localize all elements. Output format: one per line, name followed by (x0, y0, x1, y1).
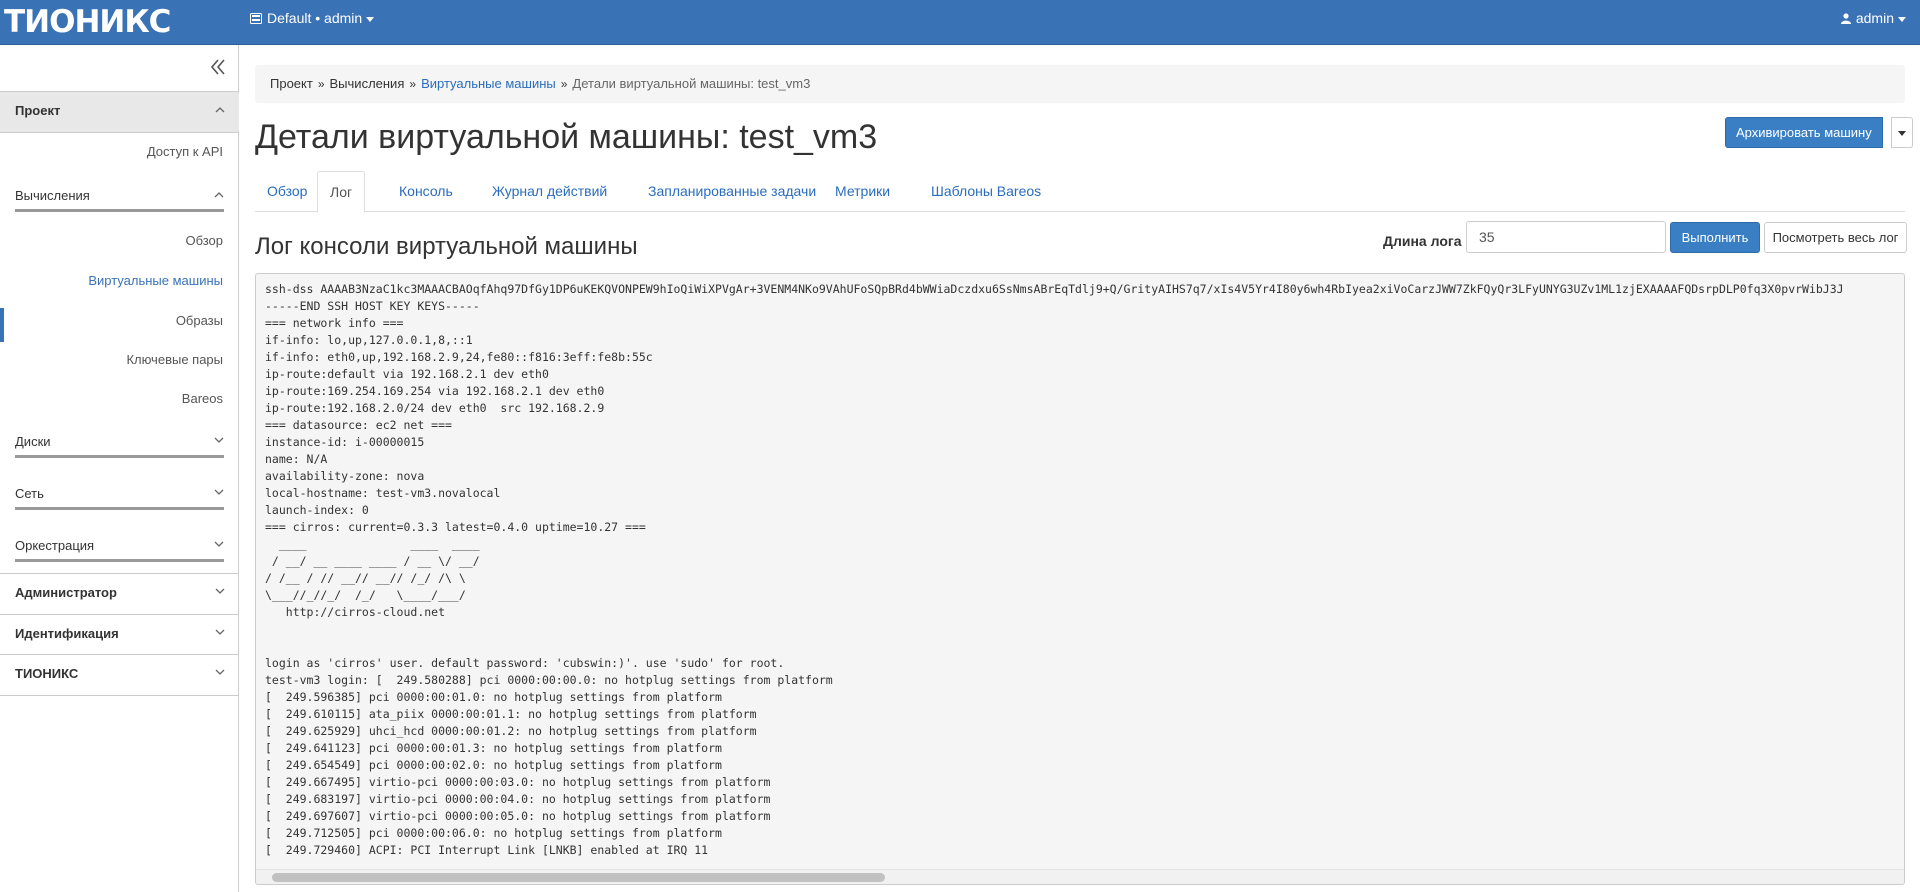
sidebar-divider (0, 132, 239, 133)
breadcrumb-item: Проект (270, 76, 313, 91)
breadcrumb-item: Вычисления (329, 76, 405, 91)
sidebar-item-instances[interactable]: Виртуальные машины (88, 273, 223, 288)
tab-bar: Обзор Лог Консоль Журнал действий Заплан… (255, 171, 1905, 213)
log-length-label: Длина лога (1383, 233, 1462, 249)
sidebar-group-disks[interactable]: Диски (15, 428, 224, 458)
chevron-down-icon (215, 588, 225, 594)
chevron-down-icon (214, 437, 224, 443)
chevron-up-icon (215, 107, 225, 113)
console-log[interactable]: ssh-dss AAAAB3NzaC1kc3MAAACBAOqfAhq97DfG… (255, 273, 1905, 885)
sidebar-section-label: Идентификация (15, 626, 119, 641)
sidebar-item-bareos[interactable]: Bareos (182, 391, 223, 406)
chevron-up-icon (214, 192, 224, 198)
chevron-down-icon (1898, 131, 1906, 136)
console-log-text: ssh-dss AAAAB3NzaC1kc3MAAACBAOqfAhq97DfG… (265, 282, 1844, 857)
tab-scheduled-tasks[interactable]: Запланированные задачи (636, 171, 828, 212)
chevron-down-icon (215, 669, 225, 675)
sidebar-section-label: Администратор (15, 585, 117, 600)
chevron-down-icon (366, 16, 375, 22)
breadcrumb-link-instances[interactable]: Виртуальные машины (421, 76, 556, 91)
group-underline (15, 455, 224, 458)
project-picker-label: Default • admin (267, 10, 363, 26)
user-menu-label: admin (1855, 10, 1894, 26)
section-title: Лог консоли виртуальной машины (255, 233, 638, 260)
sidebar-group-label: Вычисления (15, 188, 90, 203)
archive-instance-button[interactable]: Архивировать машину (1725, 117, 1883, 148)
chevron-down-icon (214, 489, 224, 495)
sidebar-group-orchestration[interactable]: Оркестрация (15, 532, 224, 562)
tab-log[interactable]: Лог (317, 171, 366, 213)
breadcrumb-separator: » (409, 77, 417, 91)
group-underline (15, 507, 224, 510)
horizontal-scrollbar[interactable] (256, 869, 1904, 884)
sidebar-item-images[interactable]: Образы (176, 313, 223, 328)
breadcrumb-separator: » (560, 77, 568, 91)
sidebar-section-tionix[interactable]: ТИОНИКС (0, 655, 239, 695)
run-button[interactable]: Выполнить (1670, 222, 1760, 253)
group-underline (15, 559, 224, 562)
server-icon (250, 1, 262, 38)
sidebar-group-network[interactable]: Сеть (15, 480, 224, 510)
sidebar-section-label: ТИОНИКС (15, 666, 79, 681)
actions-dropdown-toggle[interactable] (1891, 117, 1913, 148)
sidebar-group-compute[interactable]: Вычисления (15, 182, 224, 212)
brand-logo[interactable]: ТИОНИКС (4, 5, 171, 39)
breadcrumb-current: Детали виртуальной машины: test_vm3 (572, 76, 811, 91)
page-title: Детали виртуальной машины: test_vm3 (255, 118, 878, 156)
sidebar-section-project[interactable]: Проект (0, 92, 239, 132)
main-content: Проект » Вычисления » Виртуальные машины » Дет… (240, 45, 1920, 892)
project-picker[interactable]: Default • admin (250, 0, 375, 38)
chevron-down-icon (214, 541, 224, 547)
tab-overview[interactable]: Обзор (255, 171, 319, 212)
tab-bareos-templates[interactable]: Шаблоны Bareos (919, 171, 1053, 212)
sidebar-group-label: Сеть (15, 486, 44, 501)
sidebar-divider (0, 695, 239, 696)
sidebar-group-label: Диски (15, 434, 51, 449)
user-menu[interactable]: admin (1840, 0, 1906, 38)
double-chevron-left-icon (210, 59, 225, 75)
chevron-down-icon (215, 629, 225, 635)
sidebar-section-admin[interactable]: Администратор (0, 574, 239, 614)
breadcrumb-separator: » (317, 77, 325, 91)
tab-metrics[interactable]: Метрики (823, 171, 902, 212)
tab-action-log[interactable]: Журнал действий (480, 171, 619, 212)
scrollbar-thumb[interactable] (272, 873, 885, 882)
view-full-log-button[interactable]: Посмотреть весь лог (1764, 222, 1907, 253)
sidebar-collapse-button[interactable] (208, 57, 228, 77)
sidebar-section-identity[interactable]: Идентификация (0, 615, 239, 655)
top-navbar: ТИОНИКС Default • admin admin (0, 0, 1920, 45)
breadcrumb: Проект » Вычисления » Виртуальные машины » Дет… (255, 65, 1905, 103)
sidebar-group-label: Оркестрация (15, 538, 95, 553)
sidebar: Проект Доступ к API Вычисления Обзор Вир… (0, 45, 239, 892)
active-indicator (0, 308, 4, 342)
sidebar-item-api-access[interactable]: Доступ к API (147, 144, 223, 159)
sidebar-item-key-pairs[interactable]: Ключевые пары (126, 352, 223, 367)
tab-console[interactable]: Консоль (387, 171, 465, 212)
group-underline (15, 209, 224, 212)
chevron-down-icon (1898, 16, 1906, 22)
sidebar-section-label: Проект (15, 103, 61, 118)
sidebar-item-overview[interactable]: Обзор (185, 233, 223, 248)
log-length-input[interactable] (1466, 221, 1666, 253)
user-icon (1840, 1, 1851, 38)
